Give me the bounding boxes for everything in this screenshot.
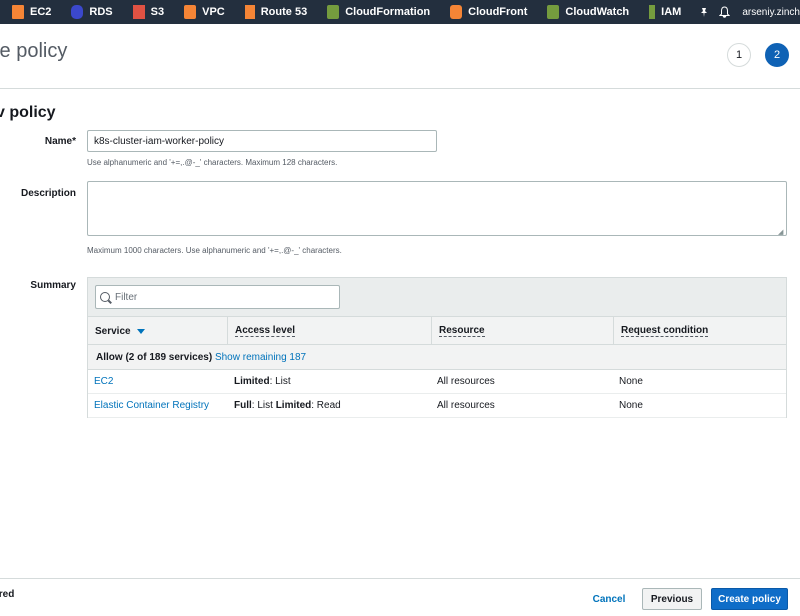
- column-header-label: Service: [95, 325, 131, 337]
- nav-cloudformation[interactable]: CloudFormation: [315, 0, 438, 24]
- column-header-access-level[interactable]: Access level: [227, 317, 431, 345]
- column-header-label: Request condition: [621, 325, 709, 337]
- cloudwatch-icon: [547, 5, 560, 19]
- name-hint: Use alphanumeric and '+=,.@-_' character…: [87, 158, 338, 167]
- top-nav-bar: EC2 RDS S3 VPC Route 53 CloudFormation C…: [0, 0, 800, 24]
- summary-label: Summary: [30, 280, 76, 291]
- nav-label: CloudFormation: [345, 6, 431, 18]
- step-indicator-1: 1: [727, 43, 751, 67]
- s3-icon: [132, 5, 145, 19]
- filter-field[interactable]: [95, 285, 340, 309]
- rds-icon: [71, 5, 84, 19]
- table-row: Elastic Container Registry Full: List Li…: [88, 394, 786, 418]
- table-row: EC2 Limited: List All resources None: [88, 370, 786, 394]
- nav-label: CloudFront: [468, 6, 528, 18]
- bell-icon[interactable]: [719, 0, 731, 24]
- description-label: Description: [20, 188, 76, 199]
- previous-button[interactable]: Previous: [642, 588, 702, 610]
- ec2-icon: [12, 5, 24, 19]
- header-divider: [0, 88, 800, 89]
- nav-s3[interactable]: S3: [121, 0, 172, 24]
- cloudfront-icon: [450, 5, 463, 19]
- column-header-request-condition[interactable]: Request condition: [613, 317, 786, 345]
- policy-name-input[interactable]: [87, 130, 437, 152]
- create-policy-button[interactable]: Create policy: [711, 588, 788, 610]
- account-menu[interactable]: arseniy.zinche: [742, 7, 800, 18]
- access-level-cell: Full: List Limited: Read: [234, 400, 341, 411]
- nav-iam[interactable]: IAM: [637, 0, 689, 24]
- nav-label: S3: [150, 6, 165, 18]
- column-header-service[interactable]: Service: [88, 317, 227, 345]
- resource-cell: All resources: [437, 400, 495, 411]
- nav-vpc[interactable]: VPC: [172, 0, 233, 24]
- section-title: v policy: [0, 104, 56, 121]
- step-indicator-2: 2: [765, 43, 789, 67]
- nav-cloudfront[interactable]: CloudFront: [438, 0, 535, 24]
- nav-label: VPC: [202, 6, 225, 18]
- iam-icon: [649, 5, 656, 19]
- column-header-resource[interactable]: Resource: [431, 317, 613, 345]
- column-header-label: Resource: [439, 325, 485, 337]
- nav-label: IAM: [661, 6, 682, 18]
- nav-ec2[interactable]: EC2: [0, 0, 59, 24]
- filter-bar: [88, 278, 786, 316]
- table-header: Service Access level Resource Request co…: [88, 316, 786, 345]
- show-remaining-link[interactable]: Show remaining 187: [215, 352, 306, 363]
- access-level-cell: Limited: List: [234, 376, 291, 387]
- route53-icon: [244, 5, 255, 19]
- condition-cell: None: [619, 376, 643, 387]
- service-link[interactable]: Elastic Container Registry: [94, 394, 209, 417]
- allow-group-row: Allow (2 of 189 services) Show remaining…: [88, 345, 786, 370]
- nav-rds[interactable]: RDS: [59, 0, 120, 24]
- nav-label: CloudWatch: [565, 6, 630, 18]
- cancel-button[interactable]: Cancel: [585, 588, 633, 610]
- name-label: Name*: [44, 136, 76, 147]
- resource-cell: All resources: [437, 376, 495, 387]
- nav-label: EC2: [30, 6, 52, 18]
- filter-input[interactable]: [115, 291, 325, 303]
- condition-cell: None: [619, 400, 643, 411]
- sort-descending-icon: [136, 328, 145, 334]
- nav-route53[interactable]: Route 53: [233, 0, 315, 24]
- cloudformation-icon: [327, 5, 340, 19]
- description-textarea[interactable]: [87, 181, 787, 236]
- vpc-icon: [184, 5, 197, 19]
- search-icon: [100, 292, 110, 302]
- nav-label: Route 53: [260, 6, 308, 18]
- pin-icon[interactable]: [699, 0, 709, 24]
- summary-table: Service Access level Resource Request co…: [87, 277, 787, 418]
- page-title: te policy: [0, 40, 68, 62]
- footer-divider: [0, 578, 800, 579]
- allow-count: Allow (2 of 189 services): [96, 351, 213, 363]
- nav-cloudwatch[interactable]: CloudWatch: [535, 0, 637, 24]
- service-link[interactable]: EC2: [94, 370, 113, 393]
- resize-handle-icon[interactable]: ◢: [778, 228, 783, 236]
- required-note: ired: [0, 589, 15, 600]
- description-hint: Maximum 1000 characters. Use alphanumeri…: [87, 246, 342, 255]
- column-header-label: Access level: [235, 325, 296, 337]
- nav-label: RDS: [89, 6, 113, 18]
